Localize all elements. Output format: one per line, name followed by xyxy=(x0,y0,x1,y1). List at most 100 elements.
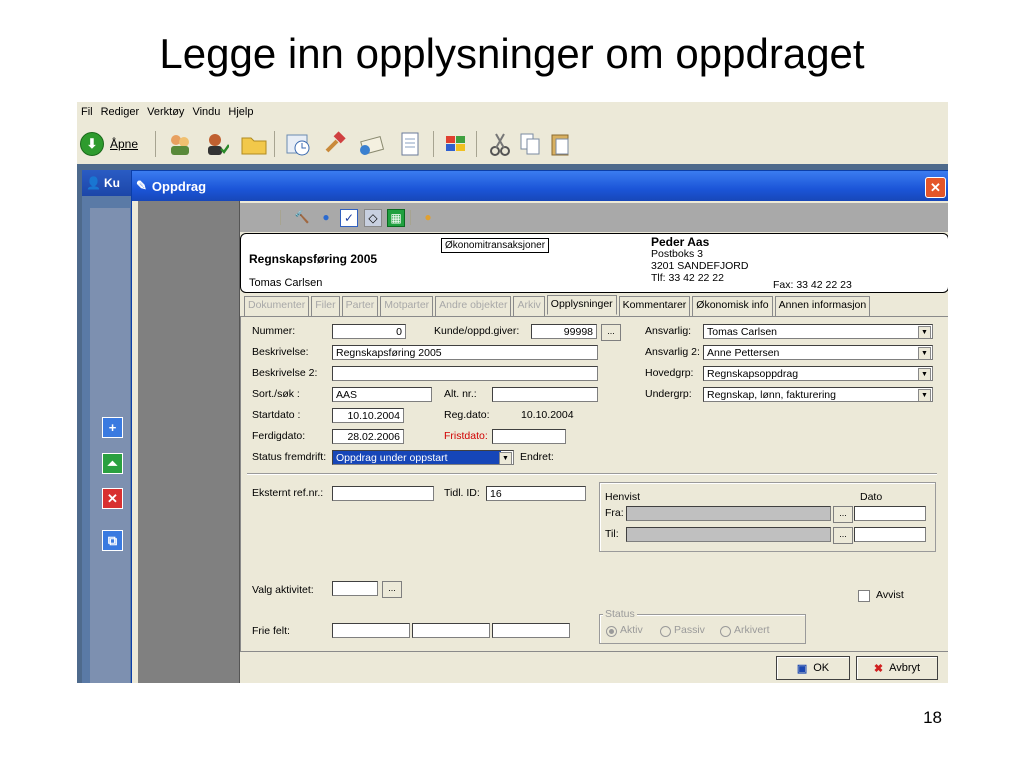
cut-icon[interactable] xyxy=(485,129,515,159)
beskrivelse-field[interactable]: Regnskapsføring 2005 xyxy=(332,345,598,360)
oppdrag-titlebar[interactable]: ✎ Oppdrag xyxy=(132,171,948,201)
kunde-lookup-button[interactable]: ... xyxy=(601,324,621,341)
tab-kommentarer[interactable]: Kommentarer xyxy=(618,296,691,316)
customer-block: Peder Aas Postboks 3 3201 SANDEFJORD Tlf… xyxy=(651,236,748,284)
user-icon: 👤 xyxy=(86,176,101,190)
delete-icon[interactable]: ✕ xyxy=(102,488,123,509)
status-group-label: Status xyxy=(603,608,637,620)
tab-arkiv[interactable]: Arkiv xyxy=(513,296,545,316)
arrow-down-icon: ⬇ xyxy=(80,132,104,156)
eject-icon[interactable]: ⏶ xyxy=(102,453,123,474)
fra-lookup-button[interactable]: ... xyxy=(833,506,853,523)
ansvarlig-value: Tomas Carlsen xyxy=(707,326,778,338)
kunde-field[interactable]: 99998 xyxy=(531,324,597,339)
people-icon[interactable]: ● xyxy=(318,209,334,225)
copy-record-icon[interactable]: ⧉ xyxy=(102,530,123,551)
eksternt-field[interactable] xyxy=(332,486,434,501)
ferdigdato-field[interactable]: 28.02.2006 xyxy=(332,429,404,444)
sort-label: Sort./søk : xyxy=(252,388,300,400)
cancel-button[interactable]: ✖ Avbryt xyxy=(856,656,938,680)
startdato-field[interactable]: 10.10.2004 xyxy=(332,408,404,423)
status-fremdrift-select[interactable]: Oppdrag under oppstart ▼ xyxy=(332,450,514,465)
valg-aktivitet-button[interactable]: ... xyxy=(382,581,402,598)
valg-aktivitet-label: Valg aktivitet: xyxy=(252,584,314,596)
avvist-checkbox[interactable] xyxy=(858,590,870,602)
tab-filer[interactable]: Filer xyxy=(311,296,340,316)
undergrp-select[interactable]: Regnskap, lønn, fakturering ▼ xyxy=(703,387,933,402)
customer-address2: 3201 SANDEFJORD xyxy=(651,260,749,272)
document-icon[interactable] xyxy=(395,129,425,159)
radio-aktiv[interactable] xyxy=(606,626,617,637)
toolbar-separator xyxy=(274,131,275,157)
startdato-label: Startdato : xyxy=(252,409,301,421)
menu-verktoy[interactable]: Verktøy xyxy=(143,106,188,118)
tab-opplysninger[interactable]: Opplysninger xyxy=(546,295,617,315)
ansvarlig-select[interactable]: Tomas Carlsen ▼ xyxy=(703,324,933,339)
close-icon[interactable]: ✕ xyxy=(925,177,946,198)
checklist-icon[interactable]: ✓ xyxy=(340,209,358,227)
tab-parter[interactable]: Parter xyxy=(341,296,379,316)
calculator-icon[interactable]: ▦ xyxy=(387,209,405,227)
paste-icon[interactable] xyxy=(545,129,575,159)
add-icon[interactable]: + xyxy=(102,417,123,438)
tooltip: Økonomitransaksjoner xyxy=(441,238,550,253)
chevron-down-icon[interactable]: ▼ xyxy=(918,347,931,359)
altnr-field[interactable] xyxy=(492,387,598,402)
tab-annen-informasjon[interactable]: Annen informasjon xyxy=(774,296,871,316)
ok-button[interactable]: ▣ OK xyxy=(776,656,850,680)
tab-økonomisk-info[interactable]: Økonomisk info xyxy=(692,296,773,316)
status-fremdrift-label: Status fremdrift: xyxy=(252,451,327,463)
oppdrag-window: ✎ Oppdrag ✕ 🔨 ● ✓ ◇ ▦ ● Regnskapsføring … xyxy=(131,170,948,683)
hammer-icon[interactable] xyxy=(321,129,351,159)
hovedgrp-select[interactable]: Regnskapsoppdrag ▼ xyxy=(703,366,933,381)
eksternt-label: Eksternt ref.nr.: xyxy=(252,487,324,499)
dato-label: Dato xyxy=(860,491,883,503)
chevron-down-icon[interactable]: ▼ xyxy=(918,389,931,401)
open-button[interactable]: ⬇ Åpne xyxy=(80,132,138,156)
fra-field[interactable] xyxy=(626,506,831,521)
menu-vindu[interactable]: Vindu xyxy=(188,106,224,118)
til-field[interactable] xyxy=(626,527,831,542)
tidlid-label: Tidl. ID: xyxy=(444,487,480,499)
radio-passiv[interactable] xyxy=(660,626,671,637)
menu-hjelp[interactable]: Hjelp xyxy=(224,106,257,118)
chevron-down-icon[interactable]: ▼ xyxy=(918,368,931,380)
menu-rediger[interactable]: Rediger xyxy=(97,106,144,118)
til-dato-field[interactable] xyxy=(854,527,926,542)
nummer-field[interactable]: 0 xyxy=(332,324,406,339)
tidlid-field[interactable]: 16 xyxy=(486,486,586,501)
fra-label: Fra: xyxy=(605,507,624,519)
background-window-panel xyxy=(90,208,130,683)
undergrp-value: Regnskap, lønn, fakturering xyxy=(707,389,836,401)
fra-dato-field[interactable] xyxy=(854,506,926,521)
chevron-down-icon[interactable]: ▼ xyxy=(918,326,931,338)
ansvarlig2-select[interactable]: Anne Pettersen ▼ xyxy=(703,345,933,360)
tab-andre-objekter[interactable]: Andre objekter xyxy=(435,296,512,316)
ansvarlig-label: Ansvarlig: xyxy=(645,325,692,337)
undergrp-label: Undergrp: xyxy=(645,388,692,400)
diamond-icon[interactable]: ◇ xyxy=(364,209,382,227)
status-fremdrift-value: Oppdrag under oppstart xyxy=(333,451,501,464)
beskrivelse2-field[interactable] xyxy=(332,366,598,381)
valg-aktivitet-field[interactable] xyxy=(332,581,378,596)
calendar-clock-icon[interactable] xyxy=(283,129,313,159)
envelope-icon[interactable] xyxy=(357,129,387,159)
windows-flag-icon[interactable] xyxy=(441,129,471,159)
tab-dokumenter[interactable]: Dokumenter xyxy=(244,296,310,316)
frie-felt-2[interactable] xyxy=(412,623,490,638)
sort-field[interactable]: AAS xyxy=(332,387,432,402)
menu-fil[interactable]: Fil xyxy=(77,106,97,118)
folder-icon[interactable] xyxy=(239,129,269,159)
radio-arkivert[interactable] xyxy=(720,626,731,637)
fristdato-field[interactable] xyxy=(492,429,566,444)
til-lookup-button[interactable]: ... xyxy=(833,527,853,544)
users-icon[interactable] xyxy=(165,129,195,159)
copy-icon[interactable] xyxy=(515,129,545,159)
frie-felt-1[interactable] xyxy=(332,623,410,638)
user-check-icon[interactable] xyxy=(201,129,231,159)
hammer-icon[interactable]: 🔨 xyxy=(294,209,310,225)
coin-icon[interactable]: ● xyxy=(420,209,436,225)
chevron-down-icon[interactable]: ▼ xyxy=(499,452,512,464)
tab-motparter[interactable]: Motparter xyxy=(380,296,434,316)
frie-felt-3[interactable] xyxy=(492,623,570,638)
